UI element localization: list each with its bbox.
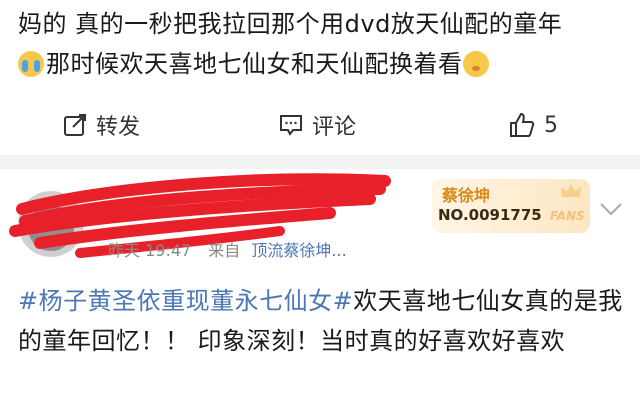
source-link[interactable]: 顶流蔡徐坤... <box>251 241 346 260</box>
crying-emoji-icon <box>18 51 44 77</box>
post-meta: 昨天 19:47 来自 顶流蔡徐坤... <box>108 237 347 261</box>
repost-icon <box>64 114 86 136</box>
post-line-2: 那时候欢天喜地七仙女和天仙配换着看 <box>46 50 463 78</box>
comment-button[interactable]: 评论 <box>278 100 356 150</box>
fans-badge[interactable]: 蔡徐坤 NO.0091775 FANS <box>432 179 590 233</box>
action-bar: 转发 评论 5 <box>0 100 640 150</box>
post-line-1: 妈的 真的一秒把我拉回那个用dvd放天仙配的童年 <box>18 10 563 38</box>
comment-label: 评论 <box>312 115 357 140</box>
chevron-down-icon[interactable] <box>598 201 624 217</box>
post-previous: 妈的 真的一秒把我拉回那个用dvd放天仙配的童年 那时候欢天喜地七仙女和天仙配换… <box>0 0 640 155</box>
comment-icon <box>280 115 302 136</box>
post-time: 昨天 19:47 <box>108 241 192 260</box>
from-label: 来自 <box>208 241 241 260</box>
post-body: 妈的 真的一秒把我拉回那个用dvd放天仙配的童年 那时候欢天喜地七仙女和天仙配换… <box>18 4 628 84</box>
crown-icon <box>561 184 581 197</box>
like-button[interactable]: 5 <box>508 100 558 150</box>
thumbs-up-icon <box>510 112 535 137</box>
fans-badge-number: NO.0091775 <box>438 206 542 224</box>
comment-card: 昨天 19:47 来自 顶流蔡徐坤... 蔡徐坤 NO.0091775 FANS… <box>0 169 640 420</box>
fans-badge-name: 蔡徐坤 <box>442 186 491 205</box>
repost-label: 转发 <box>96 115 141 140</box>
shy-emoji-icon <box>462 51 489 77</box>
comment-body: #杨子黄圣依重现董永七仙女#欢天喜地七仙女真的是我的童年回忆！！ 印象深刻！当时… <box>18 281 630 361</box>
repost-button[interactable]: 转发 <box>62 100 140 150</box>
fans-badge-tag: FANS <box>550 209 585 223</box>
like-count: 5 <box>544 112 558 138</box>
hashtag-link[interactable]: #杨子黄圣依重现董永七仙女# <box>18 287 353 315</box>
feed-divider <box>0 155 640 169</box>
